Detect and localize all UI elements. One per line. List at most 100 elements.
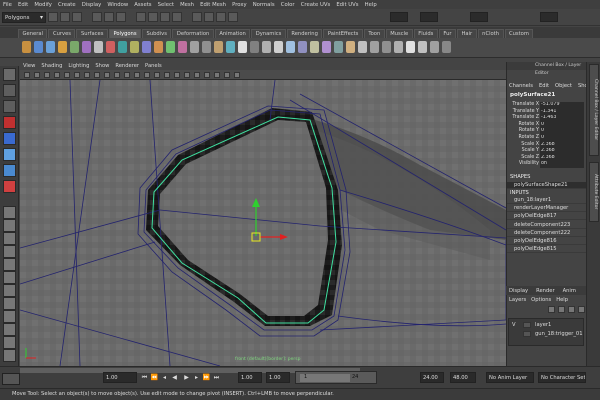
lasso-tool-icon[interactable] <box>3 84 16 97</box>
menu-color[interactable]: Color <box>281 2 295 8</box>
range-slider-bar[interactable] <box>300 374 350 382</box>
select-component-icon[interactable] <box>116 12 126 22</box>
shelf-tool-icon[interactable] <box>430 41 439 53</box>
range-slider[interactable]: 1 24 <box>295 371 377 384</box>
delete-layer-icon[interactable] <box>568 306 575 313</box>
layer-menu-layers[interactable]: Layers <box>509 297 526 303</box>
character-set-dropdown[interactable]: No Character Set <box>538 372 586 383</box>
input-field-1[interactable] <box>390 12 408 22</box>
layer-row[interactable]: gun_18:trigger_01 <box>509 330 583 338</box>
menu-file[interactable]: File <box>3 2 12 8</box>
shelf-tool-icon[interactable] <box>82 41 91 53</box>
layer-tab-render[interactable]: Render <box>536 288 554 294</box>
step-forward-key-button[interactable]: ⏩ <box>202 373 211 382</box>
shelf-tool-icon[interactable] <box>154 41 163 53</box>
single-layout-icon[interactable] <box>3 206 16 219</box>
side-layout-icon[interactable] <box>3 232 16 245</box>
shelf-tab-fluids[interactable]: Fluids <box>413 29 438 38</box>
custom-layout-icon[interactable] <box>3 297 16 310</box>
shelf-tool-icon[interactable] <box>142 41 151 53</box>
new-layer-selected-icon[interactable] <box>558 306 565 313</box>
input-node[interactable]: deleteComponent222 <box>507 230 587 237</box>
attribute-row[interactable]: Scale Y 2.368 <box>507 148 587 155</box>
attribute-row[interactable]: Translate X -51.079 <box>507 102 587 109</box>
tab-attribute-editor[interactable]: Attribute Editor <box>589 162 599 222</box>
bookmark-icon[interactable] <box>34 72 40 78</box>
last-tool-icon[interactable] <box>3 180 16 193</box>
shelf-tool-icon[interactable] <box>70 41 79 53</box>
layer-template-toggle[interactable] <box>523 331 531 337</box>
channel-menu-object[interactable]: Object <box>555 83 572 89</box>
viewport-menu-panels[interactable]: Panels <box>145 63 162 69</box>
menu-edit-uvs[interactable]: Edit UVs <box>336 2 358 8</box>
viewport-menu-lighting[interactable]: Lighting <box>68 63 89 69</box>
shelf-tool-icon[interactable] <box>262 41 271 53</box>
history-icon[interactable] <box>192 12 202 22</box>
shelf-tool-icon[interactable] <box>250 41 259 53</box>
menu-proxy[interactable]: Proxy <box>232 2 247 8</box>
current-frame-field[interactable]: 1.00 <box>103 372 137 383</box>
menu-assets[interactable]: Assets <box>134 2 151 8</box>
shelf-tool-icon[interactable] <box>394 41 403 53</box>
extra-layout-icon[interactable] <box>3 349 16 362</box>
shelf-tool-icon[interactable] <box>94 41 103 53</box>
layer-name[interactable]: gun_18:trigger_01 <box>535 330 583 338</box>
smooth-shade-icon[interactable] <box>74 72 80 78</box>
shelf-tool-icon[interactable] <box>274 41 283 53</box>
go-to-end-button[interactable]: ⏭ <box>212 373 221 382</box>
lights-icon[interactable] <box>94 72 100 78</box>
shadows-icon[interactable] <box>104 72 110 78</box>
layer-menu-options[interactable]: Options <box>531 297 551 303</box>
shelf-tab-fur[interactable]: Fur <box>438 29 456 38</box>
shelf-tool-icon[interactable] <box>166 41 175 53</box>
range-end-field[interactable]: 24.00 <box>420 372 444 383</box>
select-hierarchy-icon[interactable] <box>92 12 102 22</box>
input-node[interactable]: renderLayerManager <box>507 205 587 213</box>
input-node[interactable]: polyDelEdge817 <box>507 213 587 221</box>
step-back-key-button[interactable]: ⏪ <box>150 373 159 382</box>
image-plane-icon[interactable] <box>44 72 50 78</box>
layer-tab-anim[interactable]: Anim <box>563 288 576 294</box>
menu-edit[interactable]: Edit <box>18 2 28 8</box>
four-layout-icon[interactable] <box>3 219 16 232</box>
shelf-tab-custom[interactable]: Custom <box>504 29 534 38</box>
shelf-tool-icon[interactable] <box>118 41 127 53</box>
channel-menu-channels[interactable]: Channels <box>509 83 533 89</box>
viewport-menu-view[interactable]: View <box>23 63 35 69</box>
shelf-tab-hair[interactable]: Hair <box>457 29 477 38</box>
shelf-tool-icon[interactable] <box>226 41 235 53</box>
menu-select[interactable]: Select <box>158 2 174 8</box>
shelf-tool-icon[interactable] <box>358 41 367 53</box>
shelf-tool-icon[interactable] <box>178 41 187 53</box>
shelf-tool-icon[interactable] <box>406 41 415 53</box>
outliner-layout-icon[interactable] <box>3 245 16 258</box>
layer-options-icon[interactable] <box>578 306 585 313</box>
attribute-value[interactable]: -1.341 <box>540 108 584 116</box>
render-settings-icon[interactable] <box>228 12 238 22</box>
shelf-tool-icon[interactable] <box>310 41 319 53</box>
select-tool-icon[interactable] <box>3 68 16 81</box>
manipulator-icon[interactable] <box>3 164 16 177</box>
hud-icon[interactable] <box>194 72 200 78</box>
play-forwards-button[interactable]: ▶ <box>182 373 191 382</box>
viewport-menu-show[interactable]: Show <box>95 63 109 69</box>
shelf-tool-icon[interactable] <box>382 41 391 53</box>
channel-menu-edit[interactable]: Edit <box>539 83 549 89</box>
uv-layout-icon[interactable] <box>3 284 16 297</box>
shelf-tab-general[interactable]: General <box>18 29 48 38</box>
snap-plane-icon[interactable] <box>172 12 182 22</box>
step-forward-frame-button[interactable]: ▸ <box>192 373 201 382</box>
camera-icon[interactable] <box>24 72 30 78</box>
new-layer-icon[interactable] <box>548 306 555 313</box>
attribute-value[interactable]: 2.368 <box>540 141 584 149</box>
shelf-tool-icon[interactable] <box>214 41 223 53</box>
shelf-tool-icon[interactable] <box>286 41 295 53</box>
safe-action-icon[interactable] <box>174 72 180 78</box>
shelf-tool-icon[interactable] <box>190 41 199 53</box>
shelf-tab-painteffects[interactable]: PaintEffects <box>323 29 363 38</box>
select-object-icon[interactable] <box>104 12 114 22</box>
layer-visibility-toggle[interactable]: V <box>512 321 520 329</box>
shelf-tool-icon[interactable] <box>106 41 115 53</box>
save-scene-icon[interactable] <box>72 12 82 22</box>
input-node[interactable]: gun_18:layer1 <box>507 197 587 204</box>
